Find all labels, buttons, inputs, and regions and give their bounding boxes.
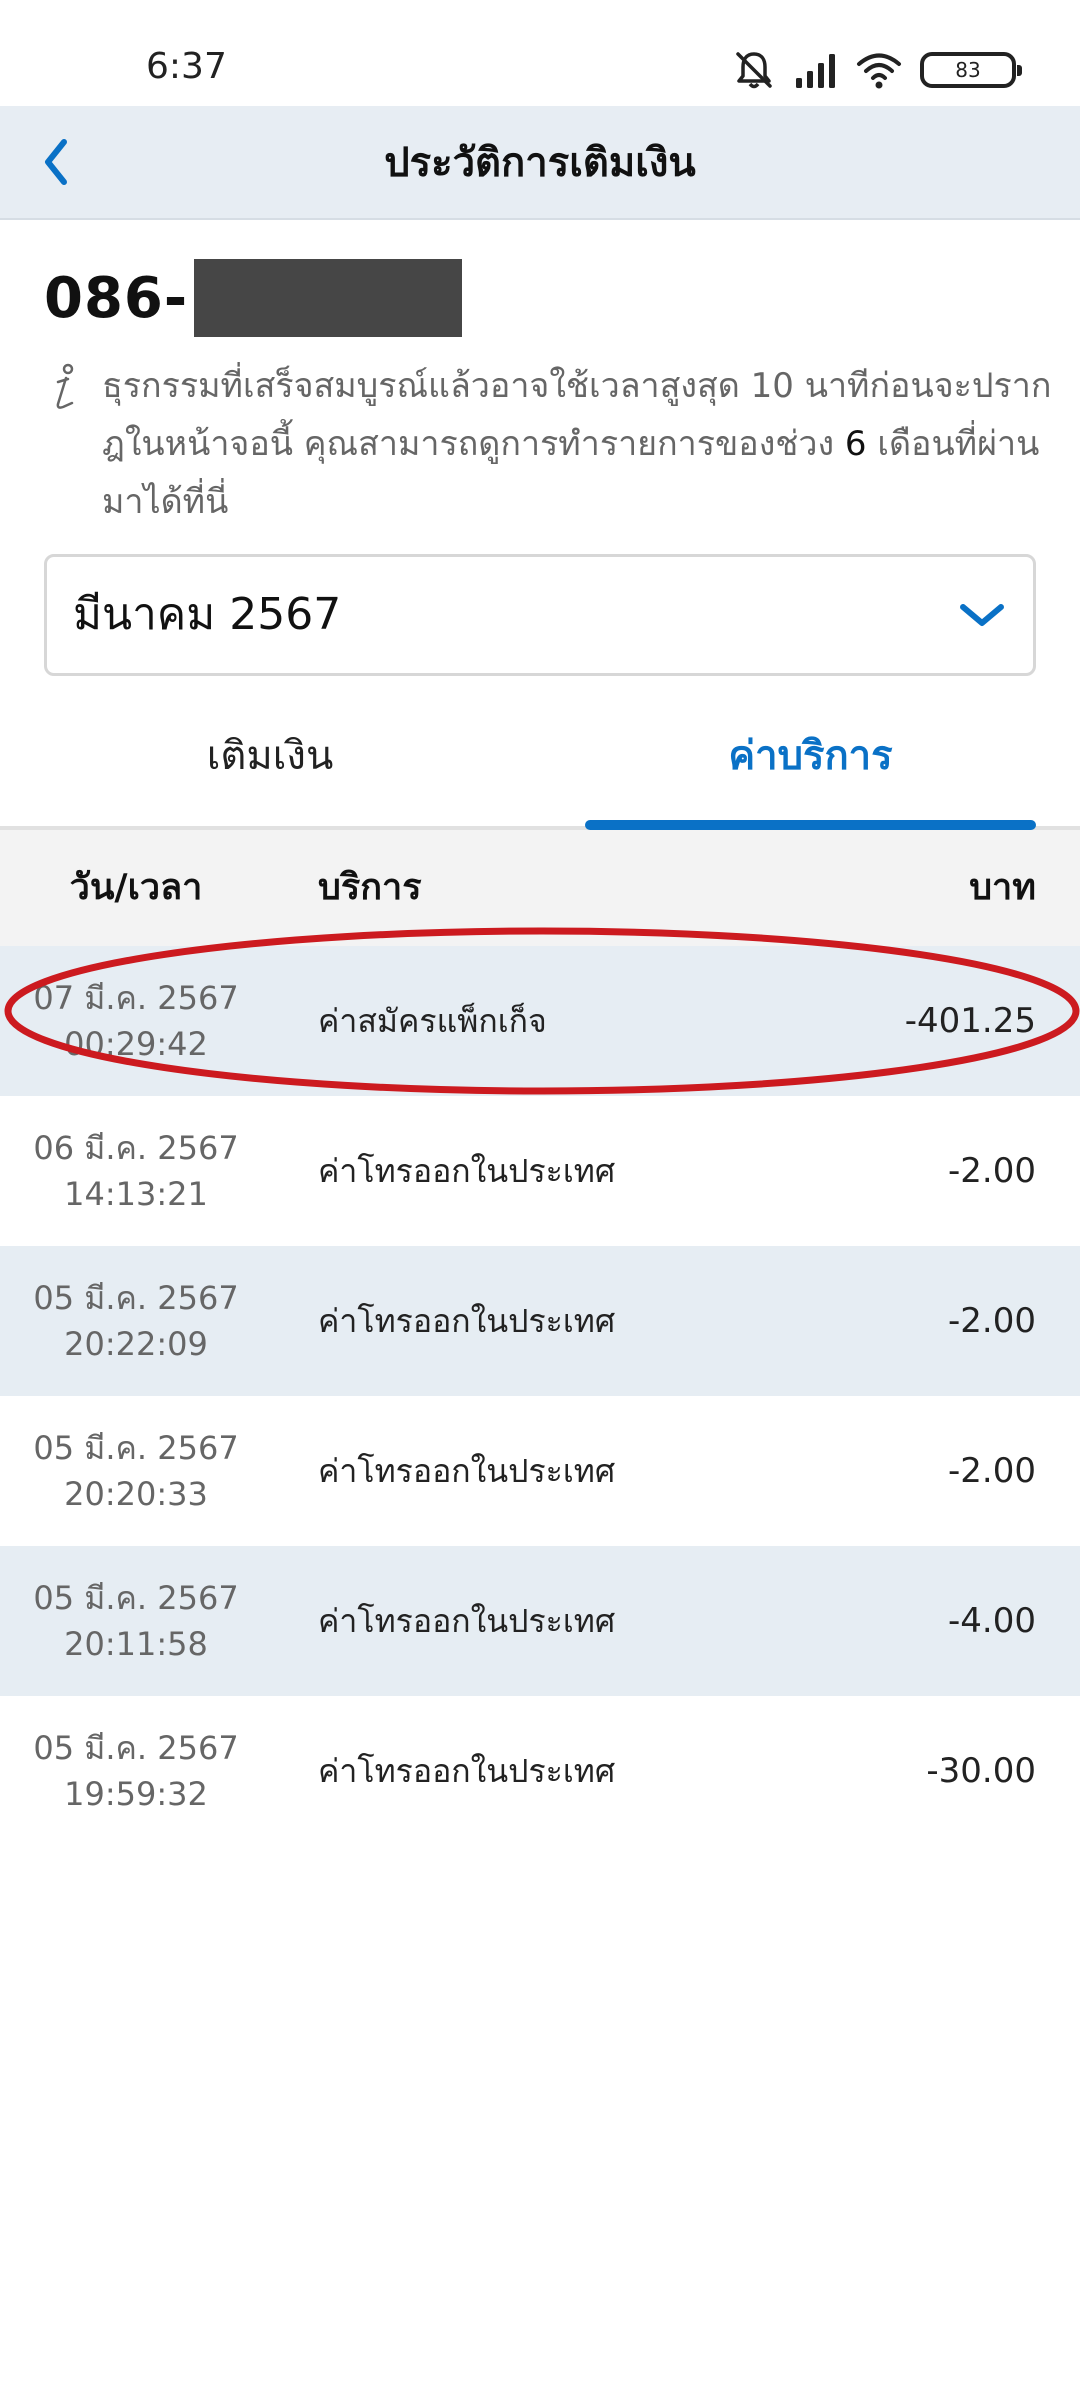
wifi-icon — [857, 53, 901, 89]
app-header: ประวัติการเติมเงิน — [0, 106, 1080, 220]
page-title: ประวัติการเติมเงิน — [384, 140, 696, 186]
bell-muted-icon — [736, 52, 772, 89]
row-service: ค่าโทรออกในประเทศ — [318, 1302, 616, 1340]
row-time: 14:13:21 — [64, 1175, 208, 1213]
battery-level: 83 — [955, 58, 981, 82]
screen: 6:37 83 ประวัติการเติมเงิน 086- ธุรกรรมท… — [0, 0, 1080, 2400]
row-service: ค่าโทรออกในประเทศ — [318, 1452, 616, 1490]
row-amount: -4.00 — [948, 1601, 1036, 1641]
info-icon — [56, 363, 74, 409]
row-service: ค่าโทรออกในประเทศ — [318, 1152, 616, 1190]
phone-redaction — [194, 259, 463, 337]
table-header: วัน/เวลา บริการ บาท — [0, 830, 1080, 946]
phone-number: 086- — [44, 258, 463, 338]
row-date: 05 มี.ค. 2567 — [33, 1279, 239, 1317]
row-time: 20:11:58 — [64, 1625, 208, 1663]
row-service: ค่าโทรออกในประเทศ — [318, 1752, 616, 1790]
table-row[interactable]: 06 มี.ค. 2567 14:13:21 ค่าโทรออกในประเทศ… — [0, 1096, 1080, 1246]
month-select[interactable]: มีนาคม 2567 — [44, 554, 1036, 676]
row-date: 05 มี.ค. 2567 — [33, 1579, 239, 1617]
row-datetime: 05 มี.ค. 2567 19:59:32 — [0, 1696, 272, 1846]
row-datetime: 06 มี.ค. 2567 14:13:21 — [0, 1096, 272, 1246]
table-row[interactable]: 05 มี.ค. 2567 20:11:58 ค่าโทรออกในประเทศ… — [0, 1546, 1080, 1696]
tab-service-fee[interactable]: ค่าบริการ — [585, 700, 1036, 830]
row-time: 20:20:33 — [64, 1475, 208, 1513]
row-service: ค่าโทรออกในประเทศ — [318, 1602, 616, 1640]
month-select-value: มีนาคม 2567 — [73, 589, 342, 640]
row-amount: -2.00 — [948, 1451, 1036, 1491]
tab-bar: เติมเงิน ค่าบริการ — [0, 700, 1080, 830]
row-time: 00:29:42 — [64, 1025, 208, 1063]
row-datetime: 05 มี.ค. 2567 20:11:58 — [0, 1546, 272, 1696]
transaction-table: 07 มี.ค. 2567 00:29:42 ค่าสมัครแพ็กเก็จ … — [0, 946, 1080, 1846]
row-datetime: 05 มี.ค. 2567 20:22:09 — [0, 1246, 272, 1396]
row-date: 06 มี.ค. 2567 — [33, 1129, 239, 1167]
column-header-amount: บาท — [969, 867, 1036, 908]
phone-prefix: 086- — [44, 265, 189, 331]
column-header-date: วัน/เวลา — [69, 867, 203, 908]
row-time: 19:59:32 — [64, 1775, 208, 1813]
status-bar: 6:37 83 — [0, 0, 1080, 106]
table-row[interactable]: 07 มี.ค. 2567 00:29:42 ค่าสมัครแพ็กเก็จ … — [0, 946, 1080, 1096]
row-date: 05 มี.ค. 2567 — [33, 1429, 239, 1467]
status-time: 6:37 — [146, 46, 227, 87]
row-time: 20:22:09 — [64, 1325, 208, 1363]
chevron-down-icon — [960, 604, 1004, 626]
row-amount: -2.00 — [948, 1151, 1036, 1191]
info-note-months: 6 — [844, 424, 867, 464]
battery-icon: 83 — [920, 52, 1022, 88]
row-service: ค่าสมัครแพ็กเก็จ — [318, 1002, 547, 1040]
back-button[interactable] — [20, 126, 92, 198]
row-date: 07 มี.ค. 2567 — [33, 979, 239, 1017]
row-datetime: 05 มี.ค. 2567 20:20:33 — [0, 1396, 272, 1546]
row-datetime: 07 มี.ค. 2567 00:29:42 — [0, 946, 272, 1096]
table-row[interactable]: 05 มี.ค. 2567 20:20:33 ค่าโทรออกในประเทศ… — [0, 1396, 1080, 1546]
row-amount: -2.00 — [948, 1301, 1036, 1341]
row-amount: -30.00 — [926, 1751, 1036, 1791]
signal-icon — [796, 54, 835, 88]
info-note: ธุรกรรมที่เสร็จสมบูรณ์แล้วอาจใช้เวลาสูงส… — [102, 357, 1052, 531]
tab-topup[interactable]: เติมเงิน — [0, 700, 540, 830]
column-header-service: บริการ — [318, 867, 422, 908]
table-row[interactable]: 05 มี.ค. 2567 20:22:09 ค่าโทรออกในประเทศ… — [0, 1246, 1080, 1396]
row-date: 05 มี.ค. 2567 — [33, 1729, 239, 1767]
table-row[interactable]: 05 มี.ค. 2567 19:59:32 ค่าโทรออกในประเทศ… — [0, 1696, 1080, 1846]
row-amount: -401.25 — [904, 1001, 1036, 1041]
status-icons: 83 — [732, 48, 1022, 92]
chevron-left-icon — [45, 139, 67, 185]
active-tab-indicator — [585, 820, 1036, 830]
